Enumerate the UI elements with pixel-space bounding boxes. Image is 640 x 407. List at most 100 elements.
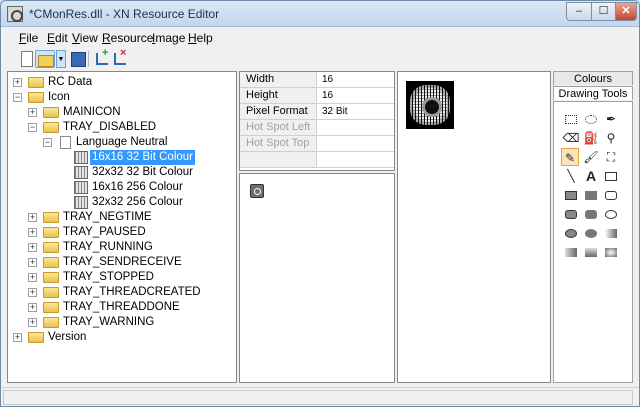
tree-item-label: 16x16 256 Colour: [92, 181, 183, 193]
menu-edit[interactable]: Edit: [47, 31, 68, 45]
menu-bar: File Edit View Resource Image Help: [1, 28, 639, 48]
collapse-icon[interactable]: −: [13, 93, 22, 102]
toolbar: ▼: [1, 47, 639, 69]
menu-file[interactable]: File: [19, 31, 38, 45]
tree-item-tray-threadcreated[interactable]: + TRAY_THREADCREATED: [8, 285, 236, 300]
expand-icon[interactable]: +: [28, 273, 37, 282]
pixel-grid[interactable]: [406, 81, 454, 129]
tab-drawing-tools[interactable]: Drawing Tools: [553, 86, 633, 100]
properties-grid: Width 16 Height 16 Pixel Format 32 Bit H…: [239, 71, 395, 171]
gradient-radial-icon[interactable]: [602, 243, 620, 261]
tree-item-label: TRAY_STOPPED: [63, 271, 154, 283]
rectangle-solid-icon[interactable]: [582, 186, 600, 204]
window-title: *CMonRes.dll - XN Resource Editor: [29, 7, 220, 21]
tree-item-label: 32x32 256 Colour: [92, 196, 183, 208]
tree-item-label: TRAY_PAUSED: [63, 226, 146, 238]
maximize-button[interactable]: ☐: [591, 2, 616, 21]
resource-tree[interactable]: + RC Data − Icon + MAINICON − TRAY_DISAB…: [7, 71, 237, 383]
save-icon[interactable]: [69, 50, 87, 68]
property-value[interactable]: 32 Bit: [322, 104, 348, 119]
property-row-empty: [240, 152, 394, 168]
property-value[interactable]: 16: [322, 72, 333, 87]
tree-item-tray-disabled[interactable]: − TRAY_DISABLED: [8, 120, 236, 135]
menu-view[interactable]: View: [72, 31, 98, 45]
pencil-icon[interactable]: ✎: [561, 148, 579, 166]
text-icon[interactable]: A: [582, 167, 600, 185]
magnifier-icon[interactable]: ⚲: [602, 129, 620, 147]
rounded-rect-solid-icon[interactable]: [582, 205, 600, 223]
tree-item-language-neutral[interactable]: − Language Neutral: [8, 135, 236, 150]
folder-icon: [43, 257, 59, 268]
tree-item-version[interactable]: + Version: [8, 330, 236, 345]
delete-resource-icon[interactable]: [111, 47, 129, 68]
brush-icon[interactable]: 🖌: [582, 148, 600, 166]
property-row-width[interactable]: Width 16: [240, 72, 394, 88]
folder-icon: [43, 212, 59, 223]
expand-icon[interactable]: +: [28, 288, 37, 297]
expand-icon[interactable]: +: [13, 333, 22, 342]
rectangle-filled-icon[interactable]: [562, 186, 580, 204]
rounded-rect-outline-icon[interactable]: [602, 186, 620, 204]
expand-icon[interactable]: +: [13, 78, 22, 87]
property-value[interactable]: 16: [322, 88, 333, 103]
menu-help[interactable]: Help: [188, 31, 213, 45]
property-row-hot-spot-left: Hot Spot Left: [240, 120, 394, 136]
close-button[interactable]: ✕: [615, 2, 637, 21]
open-dropdown-button[interactable]: ▼: [56, 50, 66, 68]
eraser-icon[interactable]: ⌫: [562, 129, 580, 147]
spray-icon[interactable]: ⛶: [602, 148, 620, 166]
property-row-height[interactable]: Height 16: [240, 88, 394, 104]
expand-icon[interactable]: +: [28, 108, 37, 117]
tree-item-32x32-32bit[interactable]: 32x32 32 Bit Colour: [8, 165, 236, 180]
add-resource-icon[interactable]: [93, 47, 111, 68]
tree-item-tray-running[interactable]: + TRAY_RUNNING: [8, 240, 236, 255]
rectangle-outline-icon[interactable]: [602, 167, 620, 185]
menu-resource[interactable]: Resource: [102, 31, 153, 45]
expand-icon[interactable]: +: [28, 318, 37, 327]
expand-icon[interactable]: +: [28, 228, 37, 237]
tree-item-tray-stopped[interactable]: + TRAY_STOPPED: [8, 270, 236, 285]
tree-item-tray-threaddone[interactable]: + TRAY_THREADDONE: [8, 300, 236, 315]
tree-item-tray-paused[interactable]: + TRAY_PAUSED: [8, 225, 236, 240]
property-name: [240, 152, 317, 167]
property-row-pixel-format[interactable]: Pixel Format 32 Bit: [240, 104, 394, 120]
minimize-button[interactable]: ‒: [566, 2, 592, 21]
gradient-horizontal-icon[interactable]: [562, 243, 580, 261]
tree-item-16x16-256[interactable]: 16x16 256 Colour: [8, 180, 236, 195]
new-icon[interactable]: [17, 50, 35, 68]
ellipse-solid-icon[interactable]: [582, 224, 600, 242]
tree-item-16x16-32bit[interactable]: 16x16 32 Bit Colour: [8, 150, 236, 165]
eyedropper-icon[interactable]: ✒: [602, 110, 620, 128]
tree-item-tray-warning[interactable]: + TRAY_WARNING: [8, 315, 236, 330]
gradient-vertical-icon[interactable]: [582, 243, 600, 261]
expand-icon[interactable]: +: [28, 213, 37, 222]
ellipse-outline-icon[interactable]: [602, 205, 620, 223]
app-icon[interactable]: [7, 6, 23, 22]
tree-item-32x32-256[interactable]: 32x32 256 Colour: [8, 195, 236, 210]
tree-item-label: 32x32 32 Bit Colour: [92, 166, 194, 178]
expand-icon[interactable]: +: [28, 243, 37, 252]
folder-icon: [43, 272, 59, 283]
expand-icon[interactable]: +: [28, 303, 37, 312]
rounded-rect-filled-icon[interactable]: [562, 205, 580, 223]
lasso-select-icon[interactable]: [582, 110, 600, 128]
tree-item-tray-sendreceive[interactable]: + TRAY_SENDRECEIVE: [8, 255, 236, 270]
fill-bucket-icon[interactable]: ⛽: [582, 129, 600, 147]
rectangle-select-icon[interactable]: [562, 110, 580, 128]
gradient-icon[interactable]: [602, 224, 620, 242]
tree-item-mainicon[interactable]: + MAINICON: [8, 105, 236, 120]
image-editor-canvas[interactable]: [397, 71, 551, 383]
menu-image[interactable]: Image: [152, 31, 185, 45]
tree-item-rc-data[interactable]: + RC Data: [8, 75, 236, 90]
tree-item-tray-negtime[interactable]: + TRAY_NEGTIME: [8, 210, 236, 225]
tab-colours[interactable]: Colours: [553, 71, 633, 85]
ellipse-filled-icon[interactable]: [562, 224, 580, 242]
expand-icon[interactable]: +: [28, 258, 37, 267]
line-icon[interactable]: ╲: [562, 167, 580, 185]
tree-item-icon[interactable]: − Icon: [8, 90, 236, 105]
collapse-icon[interactable]: −: [43, 138, 52, 147]
open-icon[interactable]: [35, 50, 55, 68]
collapse-icon[interactable]: −: [28, 123, 37, 132]
folder-icon: [43, 317, 59, 328]
tree-item-label: Language Neutral: [76, 136, 168, 148]
